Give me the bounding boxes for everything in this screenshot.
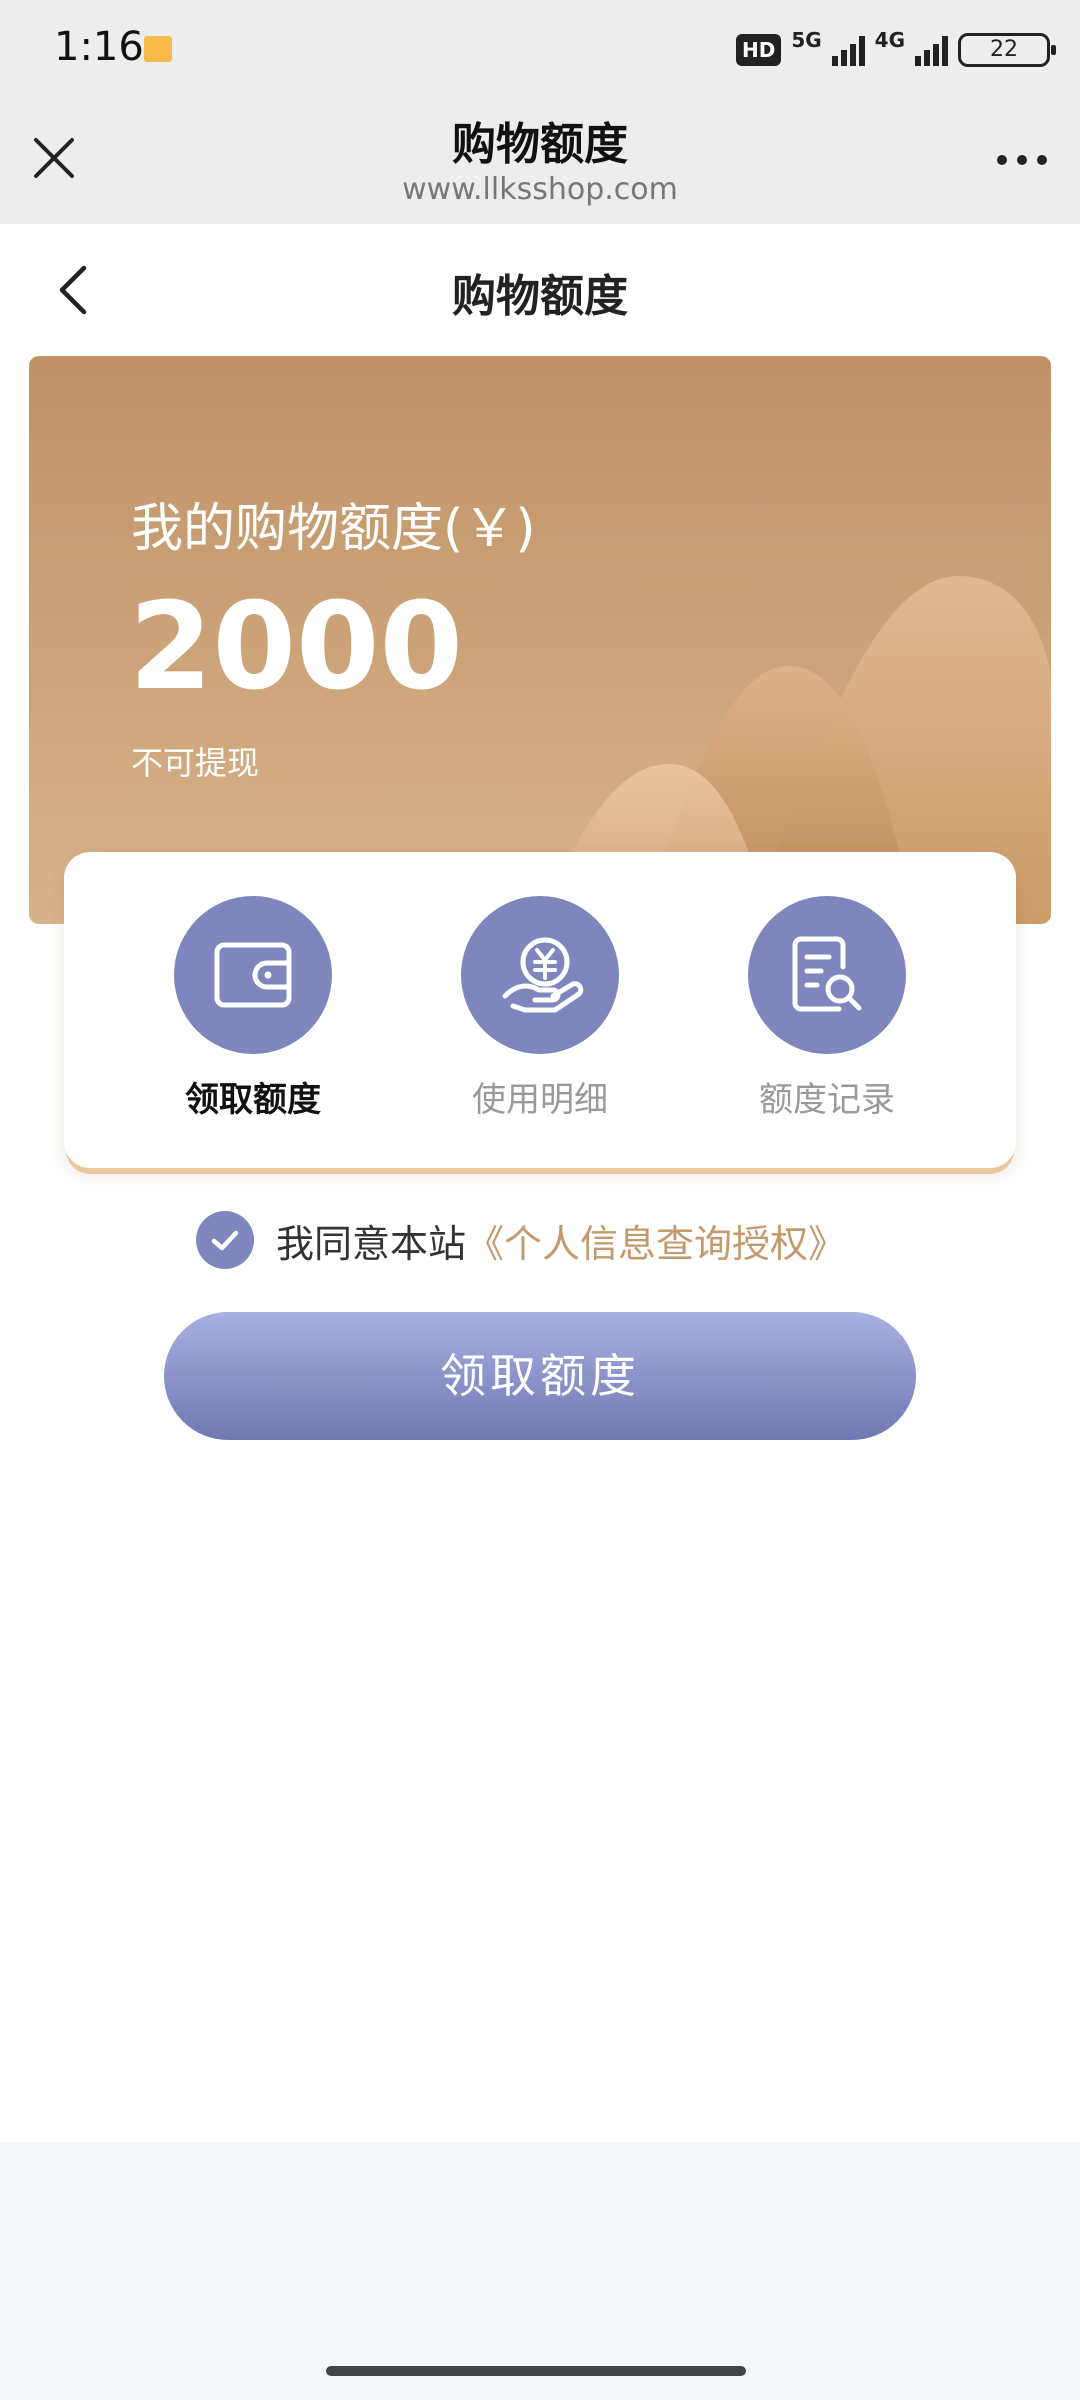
- document-search-icon: [748, 896, 906, 1054]
- action-quota-records[interactable]: 额度记录: [717, 896, 937, 1121]
- page-title: 购物额度: [452, 271, 628, 322]
- wallet-icon: [174, 896, 332, 1054]
- status-indicators: HD 5G 4G 22: [735, 28, 1056, 72]
- bottom-area: [0, 2142, 1080, 2400]
- yuan-hand-icon: [461, 896, 619, 1054]
- signal-icon-2: [915, 34, 948, 66]
- agreement-checkbox[interactable]: [196, 1211, 254, 1269]
- action-usage-detail[interactable]: 使用明细: [430, 896, 650, 1121]
- hd-badge: HD: [735, 34, 782, 66]
- network-5g-label: 5G: [791, 28, 822, 52]
- page-nav-bar: 购物额度: [0, 224, 1080, 354]
- battery-icon: 22: [958, 33, 1056, 67]
- action-label: 额度记录: [759, 1080, 895, 1120]
- status-time: 1:16: [54, 24, 144, 70]
- more-icon[interactable]: [994, 140, 1050, 180]
- notification-icon: [144, 36, 172, 62]
- browser-url: www.llksshop.com: [402, 172, 678, 207]
- network-4g-label: 4G: [874, 28, 905, 52]
- quota-note: 不可提现: [131, 744, 260, 782]
- action-card: 领取额度 使用明细 额度记录: [64, 852, 1016, 1168]
- check-icon: [211, 1230, 239, 1251]
- quota-label: 我的购物额度(￥): [131, 499, 536, 559]
- agreement-row: 我同意本站 《个人信息查询授权》: [196, 1210, 846, 1270]
- action-label: 领取额度: [185, 1080, 321, 1120]
- action-claim-quota[interactable]: 领取额度: [143, 896, 363, 1121]
- browser-title: 购物额度: [452, 119, 628, 170]
- browser-header: 购物额度 www.llksshop.com: [0, 100, 1080, 224]
- agreement-link[interactable]: 《个人信息查询授权》: [466, 1213, 846, 1268]
- home-indicator[interactable]: [326, 2366, 746, 2376]
- quota-banner: 我的购物额度(￥) 2000 不可提现: [29, 356, 1051, 924]
- signal-icon: [831, 34, 865, 66]
- quota-amount: 2000: [129, 578, 463, 717]
- claim-quota-button[interactable]: 领取额度: [164, 1312, 916, 1440]
- agreement-text: 我同意本站: [276, 1221, 467, 1266]
- action-label: 使用明细: [472, 1080, 608, 1120]
- status-bar: 1:16 HD 5G 4G 22: [0, 0, 1080, 100]
